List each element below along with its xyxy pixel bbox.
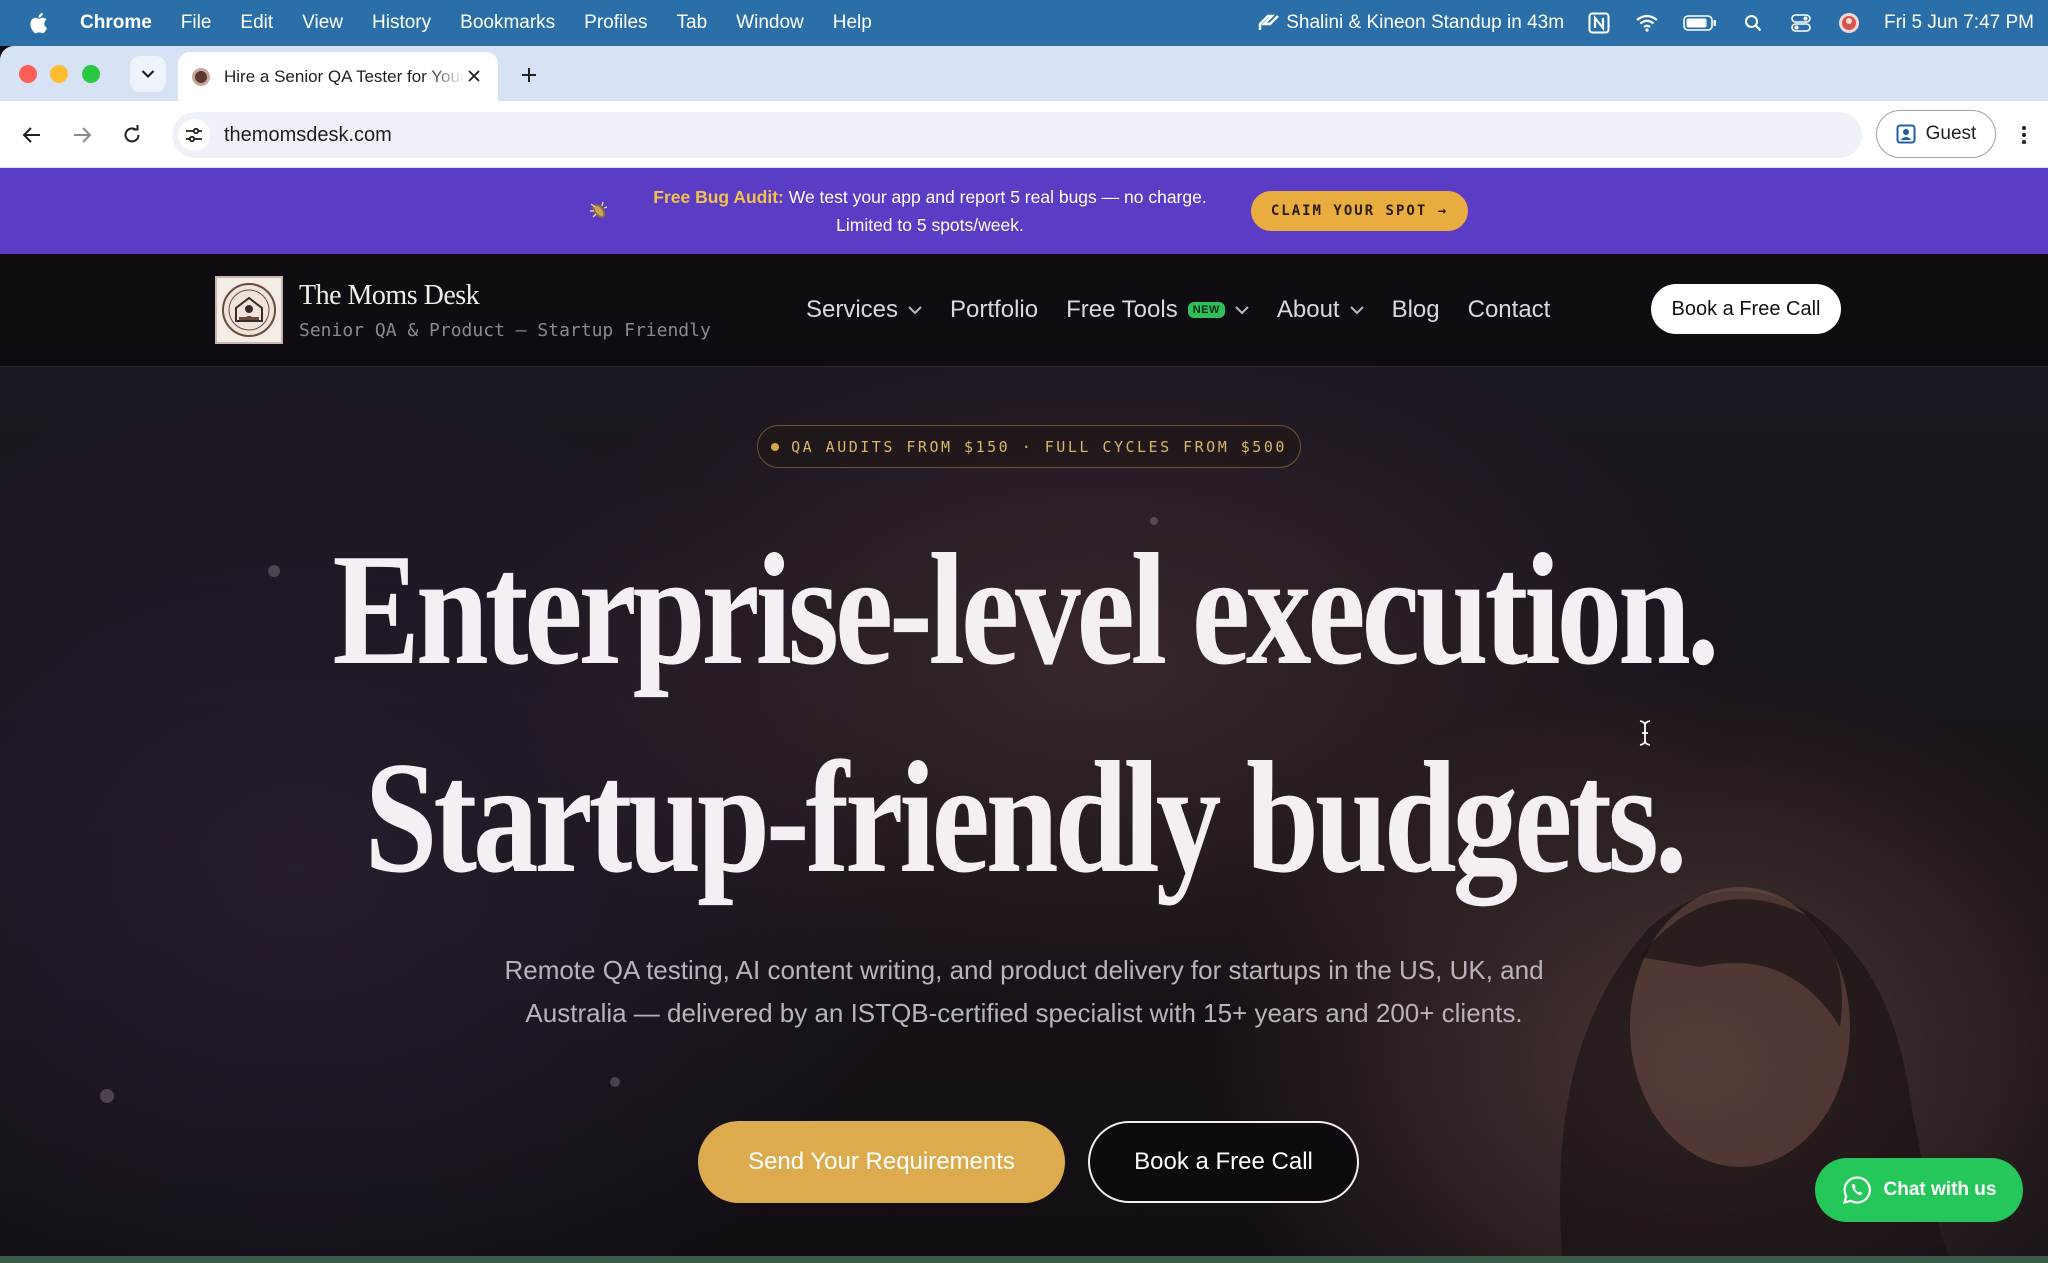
- new-badge: NEW: [1187, 302, 1225, 318]
- promo-banner: Free Bug Audit: We test your app and rep…: [0, 168, 2048, 254]
- tab-title: Hire a Senior QA Tester for Your Startup: [224, 66, 464, 86]
- hero-section: QA AUDITS FROM $150 · FULL CYCLES FROM $…: [0, 367, 2048, 1263]
- apple-logo-icon[interactable]: [28, 11, 50, 35]
- tab-search-button[interactable]: [130, 56, 166, 92]
- menu-app-name[interactable]: Chrome: [80, 12, 152, 34]
- control-center-icon[interactable]: [1788, 12, 1814, 34]
- hero-headline-line1: Enterprise-level execution.: [332, 520, 1719, 698]
- pricing-pill-text: QA AUDITS FROM $150 · FULL CYCLES FROM $…: [791, 437, 1287, 456]
- meeting-reminder-text: Shalini & Kineon Standup in 43m: [1286, 12, 1565, 33]
- bug-icon: [586, 198, 612, 222]
- promo-text: Free Bug Audit: We test your app and rep…: [630, 183, 1230, 239]
- menu-file[interactable]: File: [181, 12, 212, 34]
- macos-menubar: Chrome File Edit View History Bookmarks …: [0, 0, 2048, 46]
- decorative-dot: [100, 1089, 114, 1103]
- meeting-icon: [1259, 14, 1280, 30]
- nav-portfolio[interactable]: Portfolio: [950, 296, 1038, 324]
- spotlight-search-icon[interactable]: [1740, 12, 1766, 34]
- clock-datetime[interactable]: Fri 5 Jun 7:47 PM: [1884, 12, 2034, 34]
- nav-about-label: About: [1276, 296, 1340, 323]
- menu-bookmarks[interactable]: Bookmarks: [460, 12, 555, 34]
- more-options-icon[interactable]: [2014, 121, 2034, 149]
- wifi-icon[interactable]: [1634, 12, 1660, 34]
- window-minimize-button[interactable]: [50, 65, 68, 83]
- logo-illustration-icon: [222, 283, 276, 337]
- notion-icon[interactable]: [1586, 12, 1612, 34]
- profile-guest-button[interactable]: Guest: [1876, 110, 1996, 158]
- nav-free-tools-label: Free Tools: [1066, 296, 1178, 323]
- meeting-reminder[interactable]: Shalini & Kineon Standup in 43m: [1258, 12, 1564, 34]
- chevron-down-icon: [1235, 303, 1249, 317]
- forward-arrow-icon[interactable]: [68, 121, 96, 149]
- url-text: themomsdesk.com: [224, 123, 392, 146]
- menu-tab[interactable]: Tab: [677, 12, 708, 34]
- reload-icon[interactable]: [118, 121, 146, 149]
- tab-close-icon[interactable]: [464, 66, 484, 86]
- nav-about[interactable]: About: [1277, 296, 1364, 324]
- chevron-down-icon: [908, 303, 922, 317]
- chat-widget-button[interactable]: Chat with us: [1815, 1158, 2023, 1222]
- window-zoom-button[interactable]: [82, 65, 100, 83]
- address-bar[interactable]: themomsdesk.com: [172, 112, 1862, 158]
- decorative-dot: [610, 1077, 620, 1087]
- browser-tab-strip: Hire a Senior QA Tester for Your Startup: [0, 46, 2048, 101]
- nav-blog[interactable]: Blog: [1392, 296, 1440, 324]
- menu-window[interactable]: Window: [736, 12, 804, 34]
- browser-tab-active[interactable]: Hire a Senior QA Tester for Your Startup: [178, 52, 498, 101]
- profile-label: Guest: [1925, 123, 1977, 144]
- menu-history[interactable]: History: [372, 12, 431, 34]
- back-arrow-icon[interactable]: [18, 121, 46, 149]
- promo-message: We test your app and report 5 real bugs …: [783, 187, 1207, 207]
- person-icon: [1896, 124, 1916, 144]
- menu-profiles[interactable]: Profiles: [584, 12, 647, 34]
- brand-logo[interactable]: [215, 276, 283, 344]
- site-header: The Moms Desk Senior QA & Product — Star…: [0, 254, 2048, 367]
- brand-tagline: Senior QA & Product — Startup Friendly: [299, 320, 711, 341]
- window-bottom-edge: [0, 1256, 2048, 1263]
- menu-view[interactable]: View: [302, 12, 343, 34]
- text-cursor-icon: [1639, 720, 1651, 746]
- hero-book-call-button[interactable]: Book a Free Call: [1088, 1121, 1359, 1203]
- menu-edit[interactable]: Edit: [240, 12, 273, 34]
- hero-headline-line2: Startup-friendly budgets.: [364, 728, 1688, 906]
- nav-services[interactable]: Services: [806, 296, 922, 324]
- brand-name[interactable]: The Moms Desk: [299, 280, 480, 312]
- chevron-down-icon: [1349, 303, 1364, 317]
- promo-highlight: Free Bug Audit:: [653, 187, 784, 207]
- chevron-down-icon: [141, 70, 155, 79]
- send-requirements-button[interactable]: Send Your Requirements: [698, 1121, 1065, 1203]
- nav-free-tools[interactable]: Free Tools NEW: [1066, 296, 1249, 324]
- promo-message-line2: Limited to 5 spots/week.: [836, 215, 1024, 235]
- battery-icon[interactable]: [1682, 12, 1718, 34]
- chat-widget-label: Chat with us: [1883, 1179, 1997, 1200]
- claim-spot-button[interactable]: CLAIM YOUR SPOT →: [1251, 191, 1468, 231]
- menubar-status-area: Shalini & Kineon Standup in 43m Fri 5 Ju…: [1258, 0, 2034, 46]
- browser-toolbar: themomsdesk.com Guest: [0, 101, 2048, 168]
- pricing-pill: QA AUDITS FROM $150 · FULL CYCLES FROM $…: [757, 425, 1301, 468]
- user-avatar-icon[interactable]: [1836, 12, 1862, 34]
- main-nav: Services Portfolio Free Tools NEW About …: [806, 290, 1578, 330]
- new-tab-plus-icon[interactable]: [516, 62, 542, 88]
- header-book-call-button[interactable]: Book a Free Call: [1651, 284, 1841, 334]
- hero-subcopy: Remote QA testing, AI content writing, a…: [504, 955, 1544, 1028]
- nav-services-label: Services: [806, 296, 899, 323]
- nav-contact[interactable]: Contact: [1468, 296, 1551, 324]
- site-favicon-icon: [192, 67, 210, 86]
- window-close-button[interactable]: [19, 65, 37, 83]
- pill-dot-icon: [771, 442, 780, 451]
- menu-help[interactable]: Help: [833, 12, 872, 34]
- whatsapp-icon: [1842, 1176, 1871, 1205]
- site-settings-icon[interactable]: [178, 119, 210, 151]
